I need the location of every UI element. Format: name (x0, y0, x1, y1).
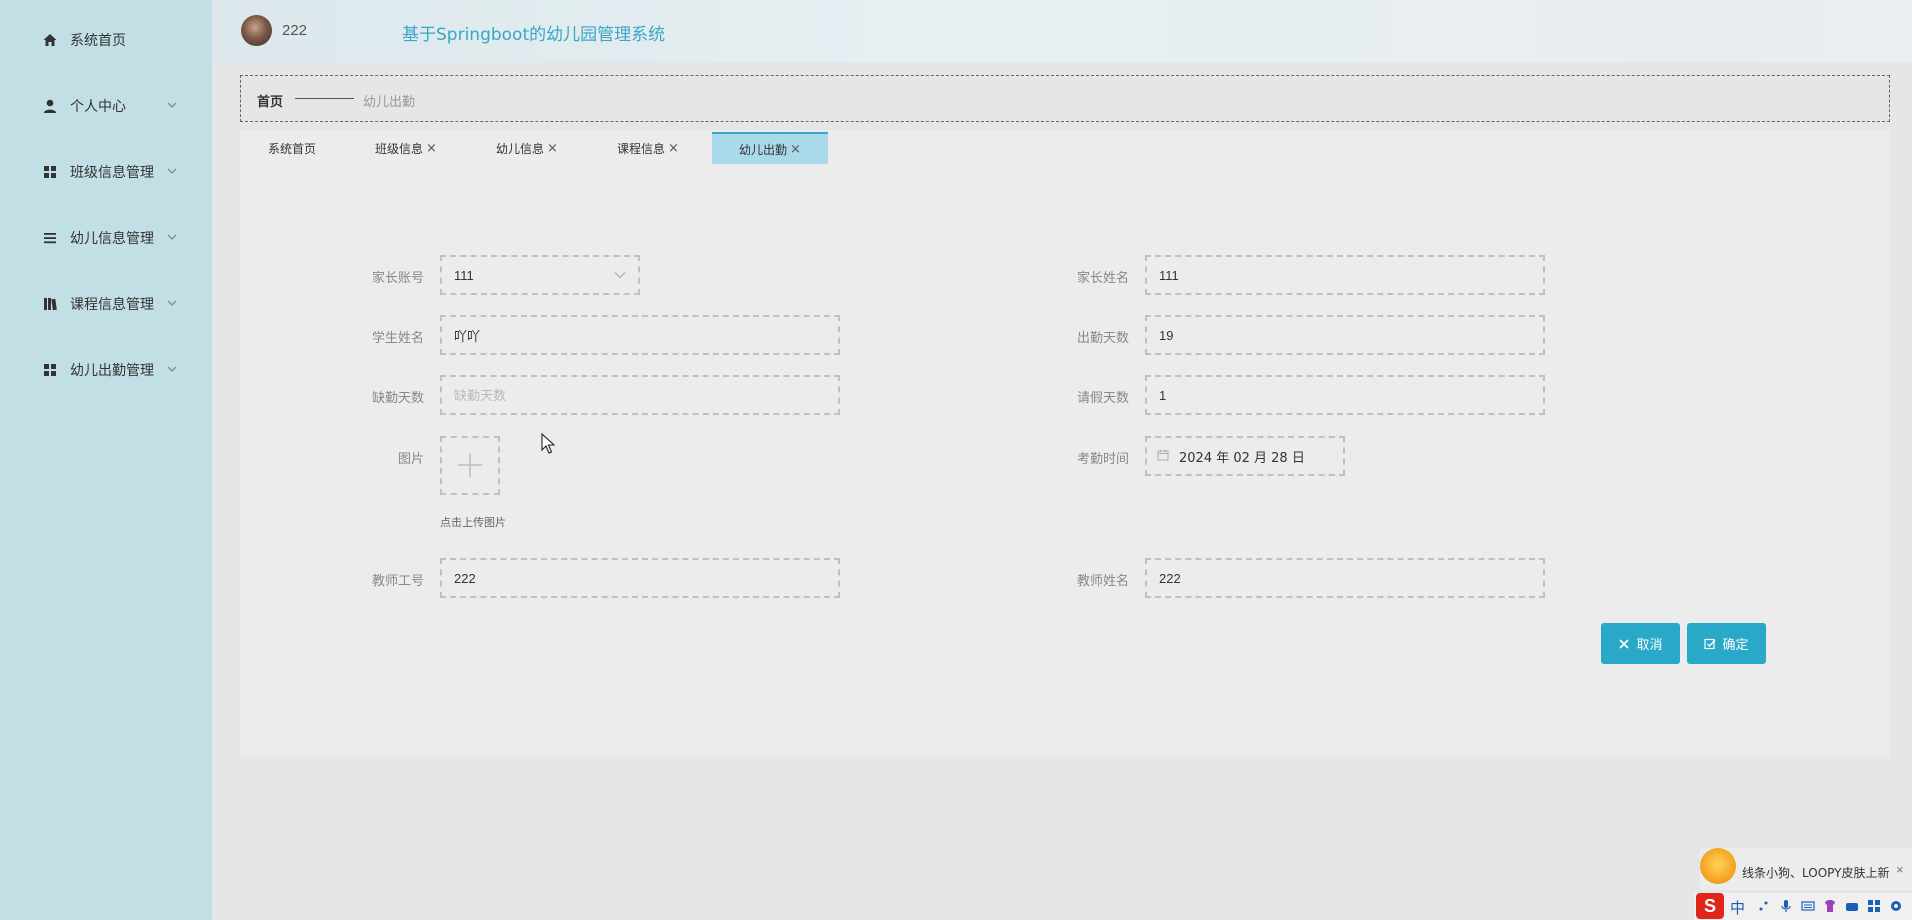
close-icon[interactable]: × (1896, 862, 1904, 877)
upload-hint: 点击上传图片 (440, 516, 506, 529)
sidebar-item-course-management[interactable]: 课程信息管理 (0, 284, 212, 324)
sidebar-item-label: 系统首页 (70, 33, 126, 49)
grid-icon (44, 364, 56, 376)
tab-label: 系统首页 (267, 141, 316, 156)
punctuation-icon[interactable] (1757, 899, 1771, 913)
teacher-name-input[interactable] (1145, 558, 1545, 598)
grid-icon (44, 166, 56, 178)
confirm-button[interactable]: 确定 (1687, 623, 1766, 664)
attendance-days-label: 出勤天数 (1076, 331, 1129, 346)
parent-name-input[interactable] (1145, 255, 1545, 295)
chevron-down-icon (614, 272, 626, 279)
close-icon[interactable]: × (790, 142, 801, 157)
sidebar-item-child-management[interactable]: 幼儿信息管理 (0, 218, 212, 258)
mouse-cursor-icon (541, 433, 555, 454)
skin-icon[interactable] (1823, 899, 1837, 913)
cancel-button[interactable]: 取消 (1601, 623, 1680, 664)
home-icon (43, 34, 57, 46)
parent-account-select[interactable]: 111 (440, 255, 640, 295)
sidebar-item-label: 课程信息管理 (70, 297, 154, 313)
plus-icon (458, 453, 482, 477)
leave-days-input[interactable] (1145, 375, 1545, 415)
tab-label: 班级信息 (375, 141, 424, 156)
teacher-id-label: 教师工号 (371, 574, 424, 589)
leave-days-label: 请假天数 (1076, 391, 1129, 406)
ime-mascot-icon (1700, 848, 1736, 884)
tab-label: 课程信息 (617, 141, 666, 156)
check-square-icon (1704, 638, 1716, 649)
sidebar-item-class-management[interactable]: 班级信息管理 (0, 152, 212, 192)
breadcrumb: 首页 幼儿出勤 (240, 75, 1890, 122)
attendance-days-input[interactable] (1145, 315, 1545, 355)
teacher-id-input[interactable] (440, 558, 840, 598)
ime-logo[interactable]: S (1696, 893, 1724, 919)
student-name-label: 学生姓名 (371, 331, 424, 346)
book-icon (44, 298, 57, 311)
sidebar: 系统首页 个人中心 班级信息管理 幼儿信息管理 课程信息管理 幼儿出勤管理 (0, 0, 212, 920)
keyboard-icon[interactable] (1801, 899, 1815, 913)
tab-label: 幼儿出勤 (739, 142, 788, 157)
sidebar-item-label: 幼儿出勤管理 (70, 363, 154, 379)
tab-course-info[interactable]: 课程信息 × (608, 132, 688, 164)
close-icon[interactable]: × (426, 141, 437, 156)
apps-grid-icon[interactable] (1867, 899, 1881, 913)
confirm-button-label: 确定 (1722, 638, 1749, 653)
sidebar-item-personal-center[interactable]: 个人中心 (0, 86, 212, 126)
chevron-down-icon (167, 300, 177, 306)
image-label: 图片 (397, 452, 424, 467)
microphone-icon[interactable] (1779, 899, 1793, 913)
close-icon[interactable]: × (547, 141, 558, 156)
attendance-time-value: 2024 年 02 月 28 日 (1179, 450, 1305, 466)
toolbox-icon[interactable] (1845, 899, 1859, 913)
student-name-input[interactable] (440, 315, 840, 355)
page-title: 基于Springboot的幼儿园管理系统 (402, 25, 666, 45)
avatar[interactable] (241, 15, 272, 46)
ime-mode-toggle[interactable]: 中 (1730, 897, 1745, 918)
sidebar-item-label: 个人中心 (70, 99, 126, 115)
chevron-down-icon (167, 366, 177, 372)
chevron-down-icon (167, 102, 177, 108)
parent-account-label: 家长账号 (371, 271, 424, 286)
chevron-down-icon (167, 234, 177, 240)
attendance-time-label: 考勤时间 (1076, 452, 1129, 467)
tab-child-info[interactable]: 幼儿信息 × (487, 132, 567, 164)
attendance-time-picker[interactable]: 2024 年 02 月 28 日 (1145, 436, 1345, 476)
image-upload[interactable] (440, 436, 500, 495)
breadcrumb-separator (295, 98, 354, 99)
user-icon (43, 99, 57, 113)
absence-days-input[interactable] (440, 375, 840, 415)
settings-icon[interactable] (1889, 899, 1903, 913)
close-icon[interactable]: × (668, 141, 679, 156)
tab-home[interactable]: 系统首页 (252, 132, 332, 164)
tab-attendance[interactable]: 幼儿出勤 × (712, 132, 828, 164)
ime-notice-text[interactable]: 线条小狗、LOOPY皮肤上新 (1742, 864, 1889, 881)
username: 222 (282, 22, 308, 39)
close-icon (1619, 638, 1630, 649)
sidebar-item-attendance-management[interactable]: 幼儿出勤管理 (0, 350, 212, 390)
chevron-down-icon (167, 168, 177, 174)
teacher-name-label: 教师姓名 (1076, 574, 1129, 589)
tab-class-info[interactable]: 班级信息 × (366, 132, 446, 164)
parent-account-value: 111 (454, 267, 474, 283)
tab-label: 幼儿信息 (496, 141, 545, 156)
calendar-icon (1157, 449, 1169, 461)
sidebar-item-label: 幼儿信息管理 (70, 231, 154, 247)
list-icon (44, 233, 56, 244)
sidebar-item-label: 班级信息管理 (70, 165, 154, 181)
sidebar-item-home[interactable]: 系统首页 (0, 20, 212, 60)
breadcrumb-current: 幼儿出勤 (363, 95, 416, 110)
parent-name-label: 家长姓名 (1076, 271, 1129, 286)
breadcrumb-home[interactable]: 首页 (257, 91, 283, 110)
absence-days-label: 缺勤天数 (371, 391, 424, 406)
cancel-button-label: 取消 (1636, 638, 1663, 653)
